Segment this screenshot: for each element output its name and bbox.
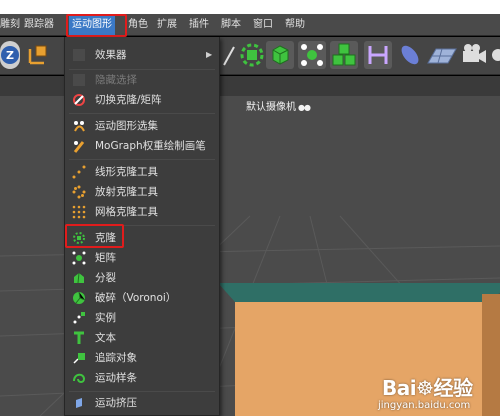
weight-paint-brush-icon [72,139,86,153]
mograph-selection-icon [72,119,86,133]
cube-primitive-icon[interactable] [266,41,294,69]
menu-script[interactable]: 脚本 [221,14,241,36]
toggle-clone-matrix-icon [72,93,86,107]
menu-item-mospline[interactable]: 运动样条 [65,368,219,388]
menu-item-effectors[interactable]: 效果器 ▶ [65,45,219,65]
instance-icon [72,311,86,325]
menu-item-radial-clone-tool-label: 放射克隆工具 [95,186,158,198]
hide-selection-icon [72,73,86,87]
capsule-icon[interactable] [396,41,424,69]
mospline-icon [72,371,86,385]
menu-plugins[interactable]: 插件 [189,14,209,36]
moextrude-icon [72,396,86,410]
menu-item-voronoi-fracture-label: 破碎（Voronoi） [95,292,177,304]
menu-item-instance[interactable]: 实例 [65,308,219,328]
z-axis-lock-icon[interactable]: Z [0,41,20,69]
menu-separator [69,159,215,160]
menu-item-matrix-label: 矩阵 [95,252,116,264]
menu-item-matrix[interactable]: 矩阵 [65,248,219,268]
menu-item-moextrude-label: 运动挤压 [95,397,137,409]
top-strip [0,0,500,14]
voronoi-fracture-icon [72,291,86,305]
menu-separator [69,391,215,392]
watermark-logo-bai: Bai [382,376,417,400]
menu-item-radial-clone-tool[interactable]: 放射克隆工具 [65,182,219,202]
menu-help[interactable]: 帮助 [285,14,305,36]
menu-item-hide-selection-label: 隐藏选择 [95,74,137,86]
menu-item-mospline-label: 运动样条 [95,372,137,384]
menu-item-tracer[interactable]: 追踪对象 [65,348,219,368]
grid-clone-tool-icon [72,205,86,219]
coordinate-system-icon[interactable] [24,41,52,69]
menu-item-voronoi-fracture[interactable]: 破碎（Voronoi） [65,288,219,308]
menu-tracker[interactable]: 跟踪器 [24,14,54,36]
menu-item-fracture-label: 分裂 [95,272,116,284]
camera-label: 默认摄像机 ●● [246,101,311,115]
baidu-jingyan-watermark: Bai☸经验 jingyan.baidu.com [356,368,500,416]
menu-item-weight-paint-brush-label: MoGraph权重绘制画笔 [95,140,206,152]
menu-item-hide-selection: 隐藏选择 [65,70,219,90]
menu-item-grid-clone-tool-label: 网格克隆工具 [95,206,158,218]
menu-extensions[interactable]: 扩展 [157,14,177,36]
menu-item-fracture[interactable]: 分裂 [65,268,219,288]
camera-icon[interactable] [460,41,488,69]
menu-item-toggle-clone-matrix-label: 切换克隆/矩阵 [95,94,162,106]
menu-character[interactable]: 角色 [128,14,148,36]
menu-item-mograph-selection-label: 运动图形选集 [95,120,158,132]
bend-deformer-icon[interactable] [364,41,392,69]
watermark-site: jingyan.baidu.com [378,400,471,411]
menu-item-moextrude[interactable]: 运动挤压 [65,393,219,413]
radial-clone-tool-icon [72,185,86,199]
menu-item-text[interactable]: 文本 [65,328,219,348]
camera-dots-icon: ●● [298,103,311,112]
menu-item-instance-label: 实例 [95,312,116,324]
menu-item-toggle-clone-matrix[interactable]: 切换克隆/矩阵 [65,90,219,110]
menu-separator [69,113,215,114]
svg-text:Z: Z [6,49,14,62]
menu-item-grid-clone-tool[interactable]: 网格克隆工具 [65,202,219,222]
submenu-arrow-icon: ▶ [206,50,213,59]
menu-sculpt[interactable]: 雕刻 [0,14,20,36]
floor-icon[interactable] [426,41,458,69]
effector-icon [72,48,86,62]
menu-item-text-label: 文本 [95,332,116,344]
menu-window[interactable]: 窗口 [253,14,273,36]
light-icon[interactable] [490,41,500,69]
cube-array-icon[interactable] [330,41,358,69]
paw-icon: ☸ [416,376,434,400]
cloner-highlight-box [65,224,124,248]
menu-highlight-box [66,14,127,37]
cloner-node-icon[interactable] [298,41,326,69]
watermark-logo-jingyan: 经验 [433,376,474,400]
linear-clone-tool-icon [72,165,86,179]
menu-item-linear-clone-tool[interactable]: 线形克隆工具 [65,162,219,182]
fracture-icon [72,271,86,285]
matrix-icon [72,251,86,265]
watermark-logo: Bai☸经验 [382,372,473,401]
menu-item-effectors-label: 效果器 [95,49,127,61]
menu-item-weight-paint-brush[interactable]: MoGraph权重绘制画笔 [65,136,219,156]
menu-item-linear-clone-tool-label: 线形克隆工具 [95,166,158,178]
gear-cube-icon[interactable] [238,41,266,69]
text-icon [72,331,86,345]
tracer-icon [72,351,86,365]
brush-icon[interactable] [222,41,236,69]
camera-label-text: 默认摄像机 [246,102,296,113]
menu-item-tracer-label: 追踪对象 [95,352,137,364]
menu-item-mograph-selection[interactable]: 运动图形选集 [65,116,219,136]
